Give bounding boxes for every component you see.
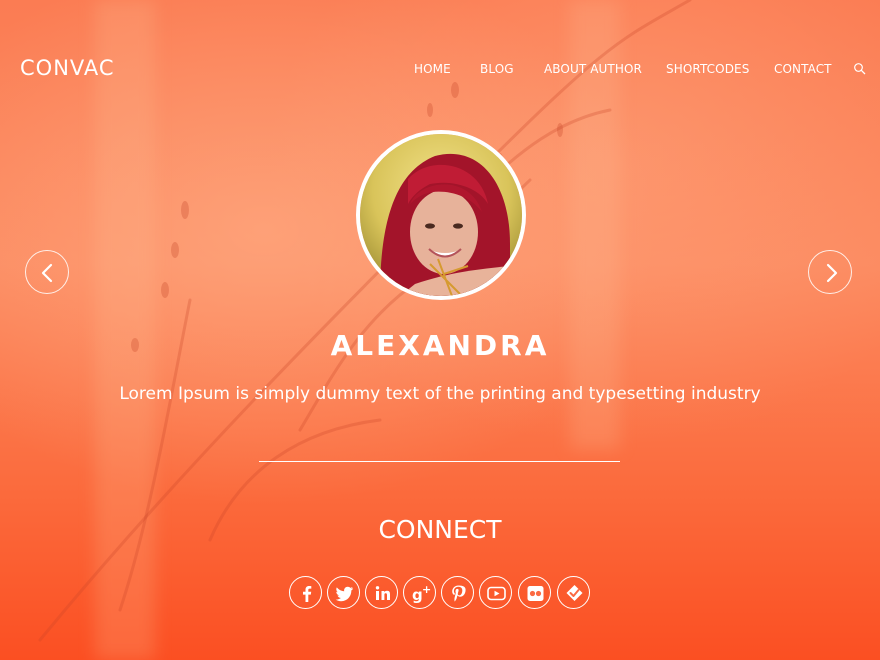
pinterest-icon [452,585,466,602]
google-plus-icon: g + [412,583,431,604]
facebook-icon [303,586,312,602]
google-plus-link[interactable]: g + [403,576,436,609]
nav-item-about-author[interactable]: ABOUT AUTHOR [544,62,642,76]
foursquare-link[interactable] [557,576,590,609]
youtube-link[interactable] [479,576,512,609]
chevron-right-icon [826,263,838,283]
linkedin-icon [375,586,390,600]
slider-prev-button[interactable] [25,250,69,294]
slider-next-button[interactable] [808,250,852,294]
nav-item-blog[interactable]: BLOG [480,62,514,76]
youtube-icon [487,586,506,601]
flickr-link[interactable] [518,576,551,609]
social-links: g + [0,576,880,610]
author-name: ALEXANDRA [330,329,550,362]
chevron-left-icon [41,263,53,283]
facebook-link[interactable] [289,576,322,609]
pinterest-link[interactable] [441,576,474,609]
nav-item-home[interactable]: HOME [414,62,451,76]
author-avatar [356,130,526,300]
nav-item-shortcodes[interactable]: SHORTCODES [666,62,749,76]
svg-text:+: + [422,583,431,596]
search-icon[interactable] [853,62,867,76]
author-tagline: Lorem Ipsum is simply dummy text of the … [119,384,761,404]
foursquare-icon [566,585,583,601]
twitter-link[interactable] [327,576,360,609]
connect-heading: CONNECT [378,515,502,544]
flickr-icon [527,586,544,601]
twitter-icon [335,586,353,602]
section-divider [259,461,620,462]
linkedin-link[interactable] [365,576,398,609]
main-nav: HOME BLOG ABOUT AUTHOR SHORTCODES CONTAC… [0,62,880,78]
nav-item-contact[interactable]: CONTACT [774,62,832,76]
